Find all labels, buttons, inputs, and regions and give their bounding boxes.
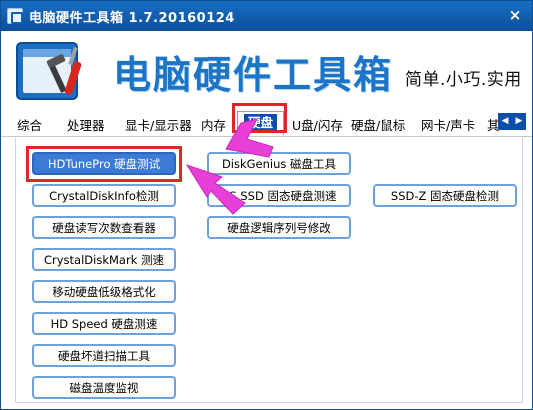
as-ssd-button[interactable]: AS SSD 固态硬盘测速: [207, 184, 351, 207]
tab-scroll-right-icon[interactable]: ▶: [513, 114, 525, 129]
hdtunepro-button[interactable]: HDTunePro 硬盘测试: [32, 152, 176, 175]
disk-rw-count-viewer-button[interactable]: 硬盘读写次数查看器: [32, 216, 176, 239]
title-bar[interactable]: 电脑硬件工具箱 1.7.20160124 ×: [1, 1, 532, 31]
low-level-format-button[interactable]: 移动硬盘低级格式化: [32, 280, 176, 303]
tab-hard-disk-label: 硬盘: [244, 114, 278, 131]
close-button[interactable]: ×: [506, 6, 524, 24]
tab-memory[interactable]: 内存: [201, 115, 226, 134]
disk-temperature-button[interactable]: 磁盘温度监视: [32, 376, 176, 399]
tab-general[interactable]: 综合: [17, 115, 42, 134]
window-title: 电脑硬件工具箱 1.7.20160124: [29, 11, 235, 26]
app-slogan: 简单.小巧.实用: [405, 70, 522, 90]
tab-keyboard-mouse[interactable]: 硬盘/鼠标: [351, 115, 405, 134]
hd-speed-button[interactable]: HD Speed 硬盘测速: [32, 312, 176, 335]
disk-serial-modify-button[interactable]: 硬盘逻辑序列号修改: [207, 216, 351, 239]
tab-usb-flash[interactable]: U盘/闪存: [292, 115, 343, 134]
crystaldiskinfo-button[interactable]: CrystalDiskInfo检测: [32, 184, 176, 207]
tab-hard-disk[interactable]: 硬盘: [237, 111, 285, 135]
category-tabs: 综合 处理器 显卡/显示器 内存 硬盘 U盘/闪存 硬盘/鼠标 网卡/声卡 其 …: [1, 109, 532, 137]
app-window: 电脑硬件工具箱 1.7.20160124 × 电脑硬件工具箱 简单.小巧.实用 …: [0, 0, 533, 410]
crystaldiskmark-button[interactable]: CrystalDiskMark 测速: [32, 248, 176, 271]
tab-network-sound[interactable]: 网卡/声卡: [421, 115, 475, 134]
header-banner: 电脑硬件工具箱 简单.小巧.实用: [1, 31, 532, 109]
toolbox-logo-icon: [16, 42, 82, 100]
ssd-z-button[interactable]: SSD-Z 固态硬盘检测: [373, 184, 517, 207]
tab-processor[interactable]: 处理器: [67, 115, 105, 134]
app-icon: [7, 8, 23, 24]
tab-scroll-arrows: ◀ ▶: [498, 113, 526, 130]
tab-graphics-display[interactable]: 显卡/显示器: [125, 115, 192, 134]
diskgenius-button[interactable]: DiskGenius 磁盘工具: [207, 152, 351, 175]
bad-sector-scan-button[interactable]: 硬盘坏道扫描工具: [32, 344, 176, 367]
tab-scroll-left-icon[interactable]: ◀: [499, 114, 511, 129]
app-brand-title: 电脑硬件工具箱: [113, 53, 394, 97]
